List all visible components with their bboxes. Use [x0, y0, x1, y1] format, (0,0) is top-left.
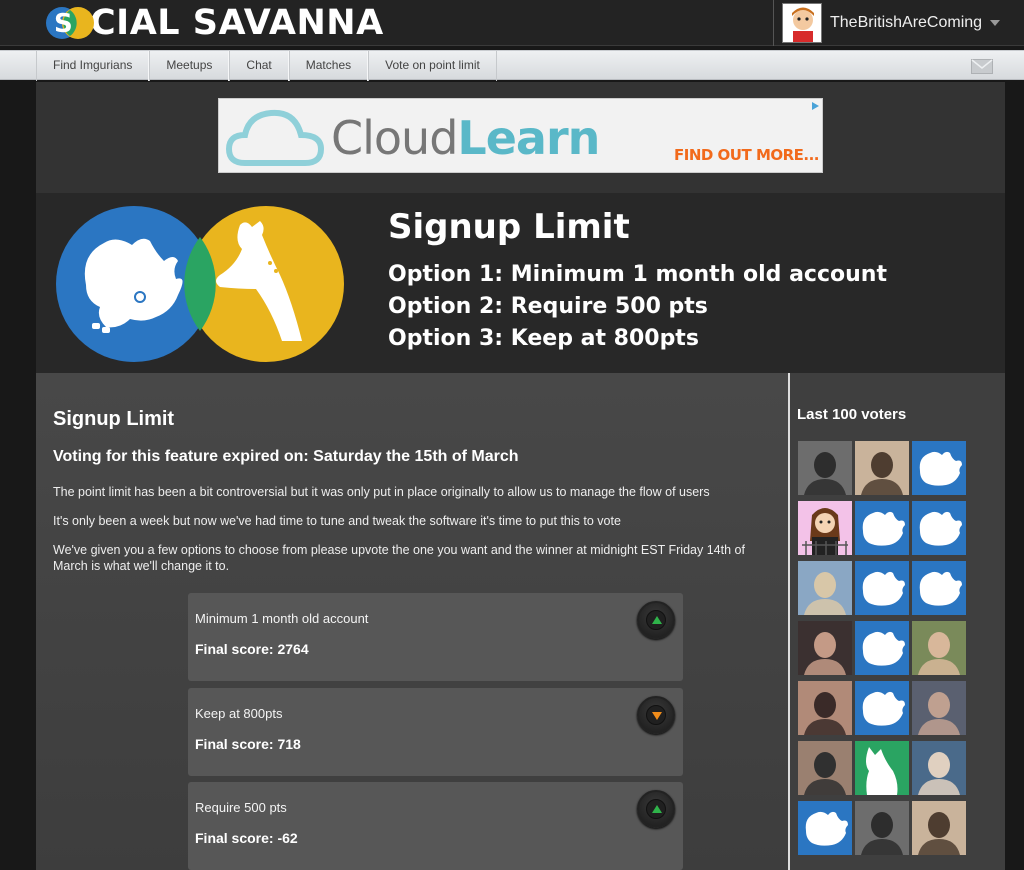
- feature-banner: Signup Limit Option 1: Minimum 1 month o…: [36, 193, 1005, 373]
- voter-avatar-rhino[interactable]: [798, 801, 852, 855]
- voter-avatar-photo[interactable]: [798, 681, 852, 735]
- voter-avatar-photo[interactable]: [912, 741, 966, 795]
- voters-sidebar: Last 100 voters: [790, 373, 1005, 870]
- option-label: Keep at 800pts: [195, 706, 283, 721]
- voter-avatar-photo[interactable]: [798, 741, 852, 795]
- option-label: Minimum 1 month old account: [195, 611, 369, 626]
- paragraph: The point limit has been a bit controver…: [53, 485, 710, 499]
- option-score: Final score: 2764: [195, 641, 309, 657]
- ad-cta[interactable]: FIND OUT MORE...: [674, 146, 820, 164]
- username[interactable]: TheBritishAreComing: [830, 14, 982, 32]
- site-logo[interactable]: S CIAL SAVANNA: [44, 3, 384, 43]
- voter-avatar-cartoon[interactable]: [798, 501, 852, 555]
- expiry-notice: Voting for this feature expired on: Satu…: [53, 448, 519, 465]
- voter-avatar-rhino[interactable]: [855, 681, 909, 735]
- downvote-button[interactable]: [637, 696, 675, 734]
- upvote-button[interactable]: [637, 790, 675, 828]
- paragraph: It's only been a week but now we've had …: [53, 514, 621, 528]
- ad-banner[interactable]: CloudLearn FIND OUT MORE...: [218, 98, 823, 173]
- voter-avatar-rhino[interactable]: [912, 501, 966, 555]
- option-label: Require 500 pts: [195, 800, 287, 815]
- voter-avatar-photo[interactable]: [855, 801, 909, 855]
- arrow-up-icon: [652, 616, 662, 624]
- svg-text:S: S: [54, 9, 73, 39]
- user-menu[interactable]: TheBritishAreComing: [773, 0, 1024, 46]
- paragraph: We've given you a few options to choose …: [53, 543, 745, 573]
- vote-content: Signup Limit Voting for this feature exp…: [36, 373, 788, 870]
- nav-item-vote-point-limit[interactable]: Vote on point limit: [368, 51, 497, 81]
- voter-avatar-photo[interactable]: [798, 561, 852, 615]
- mail-icon[interactable]: [971, 59, 993, 74]
- nav-item-meetups[interactable]: Meetups: [149, 51, 230, 81]
- logo-text: CIAL SAVANNA: [90, 3, 384, 43]
- arrow-down-icon: [652, 712, 662, 720]
- banner-title: Signup Limit: [388, 207, 630, 247]
- banner-option-3: Option 3: Keep at 800pts: [388, 326, 699, 351]
- logo-mark-icon: S: [46, 7, 94, 39]
- banner-option-2: Option 2: Require 500 pts: [388, 294, 708, 319]
- banner-option-1: Option 1: Minimum 1 month old account: [388, 262, 887, 287]
- ad-info-icon[interactable]: [810, 101, 820, 111]
- option-score: Final score: -62: [195, 830, 298, 846]
- voter-avatar-photo[interactable]: [912, 801, 966, 855]
- ad-brand: CloudLearn: [331, 111, 600, 165]
- voters-title: Last 100 voters: [797, 406, 907, 423]
- top-bar: S CIAL SAVANNA TheBritishAreComing: [0, 0, 1024, 46]
- voter-avatar-photo[interactable]: [798, 621, 852, 675]
- chevron-down-icon[interactable]: [990, 20, 1001, 26]
- voters-grid: [798, 441, 970, 855]
- rhino-giraffe-logo-icon: [56, 206, 344, 362]
- voter-avatar-photo[interactable]: [855, 441, 909, 495]
- cloud-icon: [225, 109, 325, 166]
- avatar[interactable]: [782, 3, 822, 43]
- voter-avatar-rhino[interactable]: [912, 561, 966, 615]
- nav-item-find-imgurians[interactable]: Find Imgurians: [36, 51, 150, 81]
- voter-avatar-giraffe[interactable]: [855, 741, 909, 795]
- arrow-up-icon: [652, 805, 662, 813]
- voter-avatar-photo[interactable]: [798, 441, 852, 495]
- nav-item-matches[interactable]: Matches: [288, 51, 369, 81]
- voter-avatar-photo[interactable]: [912, 681, 966, 735]
- vote-option-card: Minimum 1 month old account Final score:…: [188, 593, 683, 681]
- page-title: Signup Limit: [53, 408, 175, 430]
- vote-option-card: Keep at 800pts Final score: 718: [188, 688, 683, 776]
- nav-item-chat[interactable]: Chat: [229, 51, 289, 81]
- upvote-button[interactable]: [637, 601, 675, 639]
- voter-avatar-rhino[interactable]: [912, 441, 966, 495]
- nav-bar: Find Imgurians Meetups Chat Matches Vote…: [0, 50, 1024, 81]
- option-score: Final score: 718: [195, 736, 301, 752]
- voter-avatar-photo[interactable]: [912, 621, 966, 675]
- vote-option-card: Require 500 pts Final score: -62: [188, 782, 683, 870]
- voter-avatar-rhino[interactable]: [855, 501, 909, 555]
- main-panel: CloudLearn FIND OUT MORE... Signup Limit…: [36, 82, 1005, 870]
- voter-avatar-rhino[interactable]: [855, 621, 909, 675]
- voter-avatar-rhino[interactable]: [855, 561, 909, 615]
